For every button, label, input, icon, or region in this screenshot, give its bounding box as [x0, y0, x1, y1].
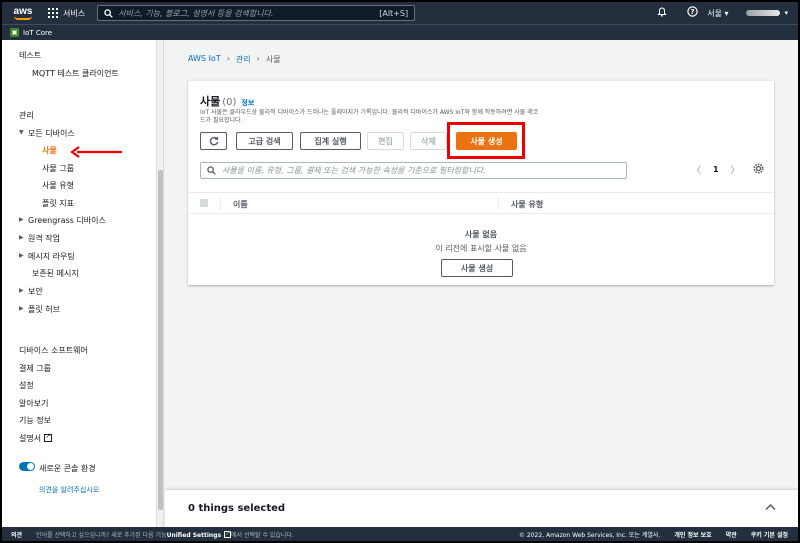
sidebar-item-remote-ops[interactable]: 원격 작업 — [19, 233, 60, 244]
console-window: aws 서비스 서비스, 기능, 블로그, 설명서 등을 검색합니다. [Alt… — [2, 2, 798, 541]
sidebar-item-thing-groups[interactable]: 사물 그룹 — [42, 163, 74, 174]
footer-privacy-link[interactable]: 개인 정보 보호 — [674, 530, 711, 539]
next-page-icon[interactable]: 〉 — [731, 163, 740, 176]
sidebar-item-greengrass[interactable]: Greengrass 디바이스 — [19, 215, 106, 226]
external-link-icon — [224, 529, 232, 538]
things-container: 사물 (0) 정보 IoT 사물은 클라우드상 물리적 디바이스가 드러나는 플레이… — [188, 80, 774, 285]
search-placeholder: 서비스, 기능, 블로그, 설명서 등을 검색합니다. — [118, 8, 274, 18]
external-link-icon — [44, 432, 53, 442]
page-number[interactable]: 1 — [713, 165, 719, 174]
sidebar-item-documentation[interactable]: 설명서 — [19, 432, 53, 444]
sidebar: 테스트 MQTT 테스트 클라이언트 관리 모든 디바이스 사물 사물 그룹 사… — [2, 40, 164, 527]
global-search-input[interactable]: 서비스, 기능, 블로그, 설명서 등을 검색합니다. [Alt+S] — [97, 5, 416, 21]
footer-terms-link[interactable]: 약관 — [726, 530, 737, 539]
footer-feedback[interactable]: 의견 — [11, 530, 22, 539]
sidebar-item-retained-messages[interactable]: 보존된 메시지 — [32, 268, 79, 279]
things-count: (0) — [222, 97, 237, 108]
sidebar-manage-header: 관리 — [19, 111, 34, 120]
select-all-checkbox[interactable] — [200, 199, 208, 207]
search-shortcut: [Alt+S] — [379, 8, 409, 18]
breadcrumb-current: 사물 — [265, 55, 281, 64]
sidebar-item-things[interactable]: 사물 — [42, 145, 57, 156]
empty-state-subtitle: 이 리전에 표시할 사물 없음 — [435, 244, 527, 253]
column-header-name[interactable]: 이름 — [233, 199, 248, 210]
service-bar: ▣ IoT Core — [2, 24, 798, 40]
sidebar-item-all-devices[interactable]: 모든 디바이스 — [19, 128, 75, 139]
delete-button[interactable]: 삭제 — [410, 132, 447, 150]
sidebar-item-fleet-metrics[interactable]: 플릿 지표 — [42, 198, 74, 209]
page-title: 사물 (0) 정보 — [200, 93, 254, 109]
region-selector[interactable]: 서울 ▾ — [707, 8, 728, 19]
account-menu[interactable] — [746, 10, 781, 16]
chevron-up-icon[interactable] — [765, 501, 776, 514]
footer-message-post: 에서 선택할 수 있습니다. — [231, 531, 294, 539]
sidebar-item-settings[interactable]: 설정 — [19, 380, 34, 391]
footer-cookies-link[interactable]: 쿠키 기본 설정 — [751, 530, 788, 539]
footer-message-pre: 언어를 선택하고 싶으십니까? 새로 추가된 다음 기능 — [36, 531, 167, 539]
sidebar-scroll-thumb[interactable] — [158, 170, 163, 510]
sidebar-item-device-software[interactable]: 디바이스 소프트웨어 — [19, 345, 88, 356]
pagination: 〈 1 〉 — [692, 163, 740, 176]
sidebar-item-thing-types[interactable]: 사물 유형 — [42, 180, 74, 191]
empty-create-things-button[interactable]: 사물 생성 — [441, 259, 513, 277]
sidebar-scrollbar[interactable] — [156, 40, 163, 527]
footer-copyright: © 2022, Amazon Web Services, Inc. 또는 계열사… — [518, 531, 661, 539]
iot-core-icon: ▣ — [10, 28, 19, 37]
services-grid-icon[interactable] — [48, 8, 58, 18]
red-arrow-annotation — [70, 146, 122, 158]
new-console-toggle[interactable] — [19, 462, 35, 471]
service-name[interactable]: IoT Core — [23, 29, 52, 37]
advanced-search-button[interactable]: 고급 검색 — [236, 132, 293, 150]
sidebar-item-billing-groups[interactable]: 결제 그룹 — [19, 363, 51, 374]
footer-message: 언어를 선택하고 싶으십니까? 새로 추가된 다음 기능Unified Sett… — [36, 529, 294, 539]
previous-page-icon[interactable]: 〈 — [692, 163, 701, 176]
breadcrumb-separator-icon: › — [256, 54, 260, 63]
aws-smile-icon — [14, 16, 32, 20]
things-title: 사물 — [200, 95, 221, 108]
search-icon — [207, 166, 216, 175]
edit-button[interactable]: 편집 — [367, 132, 404, 150]
documentation-label: 설명서 — [19, 434, 42, 443]
column-divider — [498, 197, 499, 210]
services-menu[interactable]: 서비스 — [63, 8, 85, 19]
breadcrumb-aws-iot[interactable]: AWS IoT — [188, 54, 221, 65]
aws-logo[interactable]: aws — [10, 5, 36, 20]
refresh-button[interactable] — [200, 132, 227, 150]
top-navigation: aws 서비스 서비스, 기능, 블로그, 설명서 등을 검색합니다. [Alt… — [2, 2, 798, 24]
sidebar-item-mqtt-client[interactable]: MQTT 테스트 클라이언트 — [32, 68, 119, 79]
search-icon — [104, 8, 113, 18]
filter-placeholder: 사물을 이름, 유형, 그룹, 결제 또는 검색 가능한 속성을 기준으로 필터… — [222, 166, 486, 175]
table-header: 이름 사물 유형 — [188, 192, 774, 214]
sidebar-item-feature-spotlight[interactable]: 기능 정보 — [19, 415, 51, 426]
breadcrumb-separator-icon: › — [226, 54, 230, 63]
run-aggregation-button[interactable]: 집계 실행 — [300, 132, 361, 150]
breadcrumb: AWS IoT › 관리 › 사물 — [188, 54, 281, 65]
gear-icon[interactable] — [753, 163, 764, 177]
sidebar-item-message-routing[interactable]: 메시지 라우팅 — [19, 251, 75, 262]
new-console-label: 새로운 콘솔 환경 — [39, 464, 96, 473]
info-link[interactable]: 정보 — [241, 99, 254, 107]
highlight-annotation-box — [447, 122, 525, 159]
aws-logo-text: aws — [13, 5, 33, 17]
selection-split-panel: 0 things selected — [165, 489, 798, 527]
empty-state-title: 사물 없음 — [464, 230, 498, 239]
breadcrumb-manage[interactable]: 관리 — [236, 54, 251, 65]
selection-count: 0 things selected — [188, 503, 286, 514]
sidebar-item-learn[interactable]: 알아보기 — [19, 398, 48, 409]
question-circle-icon[interactable]: ? — [677, 6, 707, 20]
bell-icon[interactable] — [647, 6, 677, 20]
sidebar-item-security[interactable]: 보안 — [19, 286, 43, 297]
sidebar-item-fleet-hub[interactable]: 플릿 허브 — [19, 304, 60, 315]
filter-input[interactable]: 사물을 이름, 유형, 그룹, 결제 또는 검색 가능한 속성을 기준으로 필터… — [200, 162, 627, 179]
svg-text:?: ? — [690, 8, 694, 16]
footer: 의견 언어를 선택하고 싶으십니까? 새로 추가된 다음 기능Unified S… — [2, 527, 798, 541]
feedback-link[interactable]: 의견을 알려주십시오 — [39, 485, 99, 495]
column-header-thing-type[interactable]: 사물 유형 — [511, 199, 543, 210]
account-caret-icon[interactable]: ▾ — [784, 9, 788, 17]
refresh-icon — [209, 136, 218, 146]
column-divider — [220, 197, 221, 210]
unified-settings-link[interactable]: Unified Settings — [167, 532, 221, 539]
sidebar-test-header: 테스트 — [19, 51, 42, 60]
